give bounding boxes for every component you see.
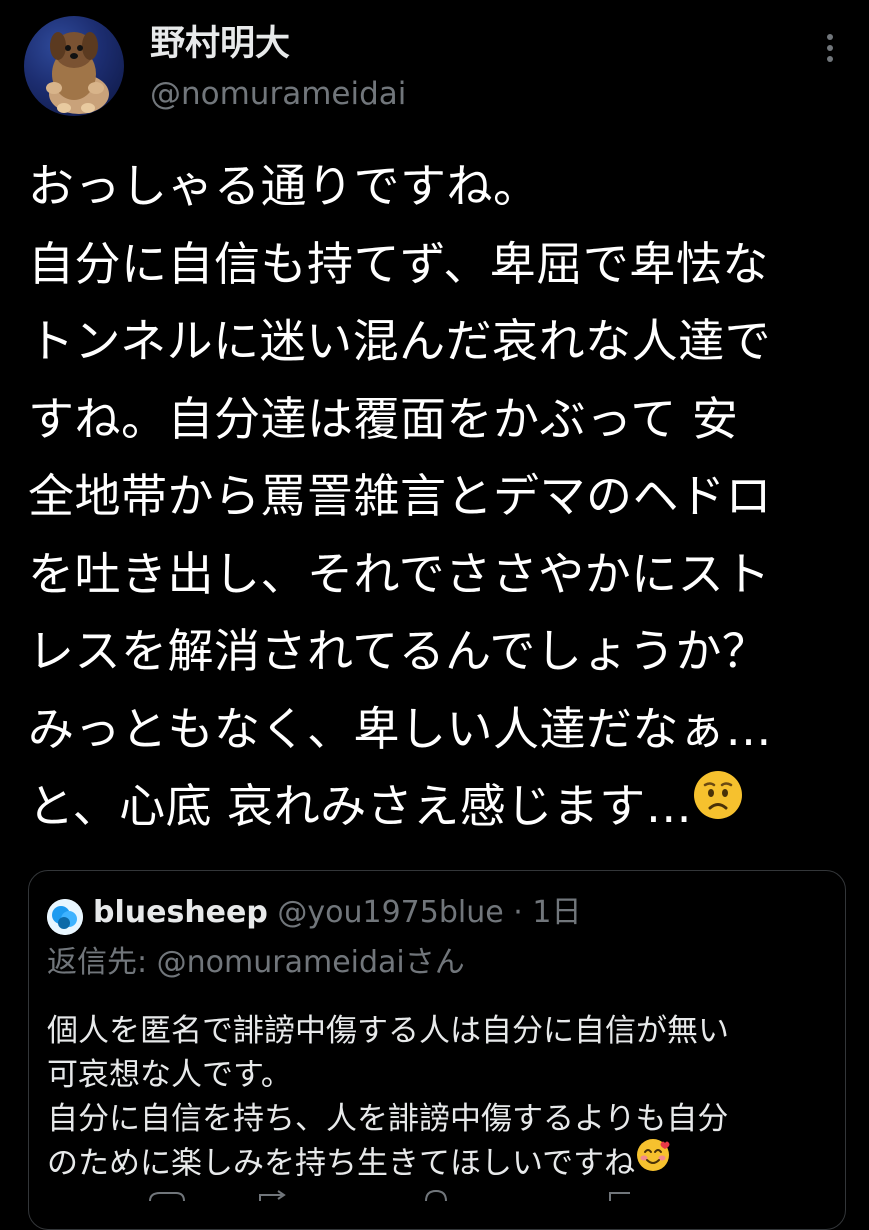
tweet-text-line: 自分に自信も持てず、卑屈で卑怯な [28,236,769,291]
quoted-text-line: 個人を匿名で誹謗中傷する人は自分に自信が無い [47,1013,729,1049]
worried-face-emoji-icon [692,767,744,845]
tweet-text-line: レスを解消されてるんでしょうか？ [28,624,769,678]
quoted-tweet-card[interactable]: bluesheep @you1975blue · 1日 返信先: @nomura… [28,870,846,1230]
sheep-avatar-icon [47,899,83,935]
quoted-tweet-text: 個人を匿名で誹謗中傷する人は自分に自信が無い 可哀想な人です。 自分に自信を持ち… [47,1009,837,1189]
more-options-icon[interactable] [820,28,840,68]
separator-dot: · [513,895,523,930]
tweet-text-line: おっしゃる通りですね。 [28,159,540,213]
quoted-text-last-line: のために楽しみを持ち生きてほしいですね [47,1139,837,1189]
dog-photo-icon [46,32,109,114]
quoted-tweet-header: bluesheep @you1975blue · 1日 [93,893,581,933]
tweet-text: おっしゃる通りですね。 自分に自信も持てず、卑屈で卑怯な トンネルに迷い混んだ哀… [28,148,858,848]
quoted-author-handle: @you1975blue [277,895,504,930]
quoted-text-line: 自分に自信を持ち、人を誹謗中傷するよりも自分 [47,1101,729,1137]
quoted-author-avatar [47,899,83,935]
quoted-text-line: 可哀想な人です。 [47,1057,292,1093]
reply-to-label: 返信先: @nomurameidaiさん [47,945,465,980]
tweet-text-line: と、心底 哀れみさえ感じます… [28,779,693,833]
smiling-face-with-hearts-emoji-icon [635,1137,671,1185]
quoted-text-line: のために楽しみを持ち生きてほしいですね [47,1145,636,1182]
tweet-text-line: トンネルに迷い混んだ哀れな人達で [28,314,772,368]
quoted-author-name: bluesheep [93,895,268,930]
tweet-action-bar [0,1186,869,1202]
tweet-text-line: を吐き出し、それでささやかにスト [28,546,771,601]
tweet-text-line: すね。自分達は覆面をかぶって 安 [28,391,739,446]
tweet-text-last-line: と、心底 哀れみさえ感じます… [28,768,858,848]
quoted-tweet-time: 1日 [532,895,582,930]
author-name[interactable]: 野村明大 [150,22,290,66]
author-avatar[interactable] [24,16,124,116]
tweet-text-line: みっともなく、卑しい人達だなぁ… [28,701,772,756]
author-handle[interactable]: @nomurameidai [150,74,406,114]
tweet-detail: 野村明大 @nomurameidai おっしゃる通りですね。 自分に自信も持てず… [0,0,869,1230]
tweet-text-line: 全地帯から罵詈雑言とデマのヘドロ [28,469,772,523]
